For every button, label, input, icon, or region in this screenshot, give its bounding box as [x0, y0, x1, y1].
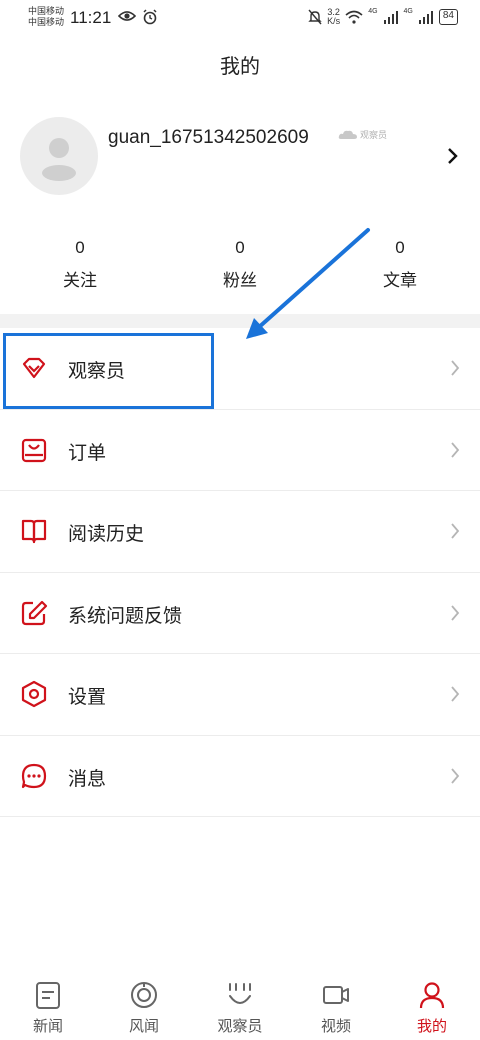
profile-stats: 0 关注 0 粉丝 0 文章 [0, 238, 480, 298]
nav-tab-video[interactable]: 视频 [288, 968, 384, 1040]
nav-tab-mine[interactable]: 我的 [384, 968, 480, 1040]
stat-label: 文章 [383, 271, 417, 290]
nav-tab-label: 风闻 [128, 1018, 159, 1035]
menu-item-label: 系统问题反馈 [68, 605, 183, 627]
nav-tab-label: 新闻 [32, 1018, 63, 1035]
nav-tab-label: 视频 [320, 1018, 351, 1035]
carrier-labels: 中国移动 中国移动 [28, 6, 64, 28]
stat-value: 0 [235, 238, 245, 257]
menu-item-settings[interactable]: 设置 [0, 654, 480, 736]
network-type-2: 4G [403, 8, 413, 15]
edit-icon [21, 600, 48, 625]
role-badge: 观察员 [338, 128, 387, 141]
menu-item-messages[interactable]: 消息 [0, 736, 480, 817]
profile-chevron-icon[interactable] [446, 146, 460, 166]
battery-indicator: 84 [438, 9, 458, 25]
avatar-placeholder-icon [42, 138, 76, 181]
book-icon [21, 519, 47, 544]
stat-articles[interactable]: 0 文章 [350, 238, 450, 291]
nav-tab-fengwen[interactable]: 风闻 [96, 968, 192, 1040]
menu-item-reading-history[interactable]: 阅读历史 [0, 491, 480, 573]
menu-item-label: 订单 [68, 442, 107, 464]
bag-icon [21, 438, 47, 462]
hexagon-icon [21, 680, 47, 708]
mute-bell-icon [308, 9, 322, 25]
stat-value: 0 [75, 238, 85, 257]
circle-target-icon [131, 982, 157, 1008]
stat-label: 关注 [63, 271, 97, 290]
menu-item-label: 设置 [68, 687, 107, 708]
menu-item-orders[interactable]: 订单 [0, 410, 480, 491]
chat-icon [21, 763, 47, 788]
page-title: 我的 [220, 56, 260, 78]
stat-following[interactable]: 0 关注 [30, 238, 130, 291]
video-camera-icon [323, 986, 349, 1004]
chevron-right-icon [451, 441, 460, 458]
menu-item-feedback[interactable]: 系统问题反馈 [0, 573, 480, 654]
nav-tab-label: 观察员 [217, 1018, 263, 1035]
nav-tab-news[interactable]: 新闻 [0, 968, 96, 1040]
alarm-icon [143, 9, 157, 25]
news-icon [36, 982, 60, 1009]
stat-followers[interactable]: 0 粉丝 [190, 238, 290, 291]
status-bar: 中国移动 中国移动 11:21 3.2 K/s 4G 4G 84 [0, 0, 480, 36]
stat-value: 0 [395, 238, 405, 257]
avatar[interactable] [20, 117, 98, 195]
eye-icon [118, 11, 136, 21]
stat-label: 粉丝 [223, 271, 257, 290]
wifi-icon [345, 10, 363, 24]
observer-face-icon [229, 983, 251, 1004]
menu-item-label: 消息 [68, 768, 107, 790]
chevron-right-icon [451, 360, 460, 376]
network-type-1: 4G [368, 8, 378, 15]
section-divider [0, 314, 480, 328]
chevron-right-icon [451, 604, 460, 621]
menu-item-label: 阅读历史 [68, 524, 145, 545]
carrier-1: 中国移动 [28, 6, 65, 16]
status-time: 11:21 [70, 8, 112, 27]
person-icon [419, 982, 445, 1009]
network-speed: 3.2 K/s [327, 7, 341, 26]
username[interactable]: guan_16751342502609 [108, 127, 309, 149]
role-badge-label: 观察员 [360, 130, 388, 140]
cloud-badge-icon [338, 130, 357, 139]
signal-icon [418, 11, 433, 24]
nav-tab-observer[interactable]: 观察员 [192, 968, 288, 1040]
signal-icon [383, 11, 398, 24]
chevron-right-icon [451, 686, 460, 702]
chevron-right-icon [451, 523, 460, 539]
carrier-2: 中国移动 [28, 17, 65, 27]
bottom-nav: 新闻 风闻 观察员 视频 我的 [0, 968, 480, 1040]
nav-tab-label: 我的 [416, 1018, 447, 1035]
chevron-right-icon [451, 767, 460, 784]
annotation-highlight-box [3, 333, 214, 409]
